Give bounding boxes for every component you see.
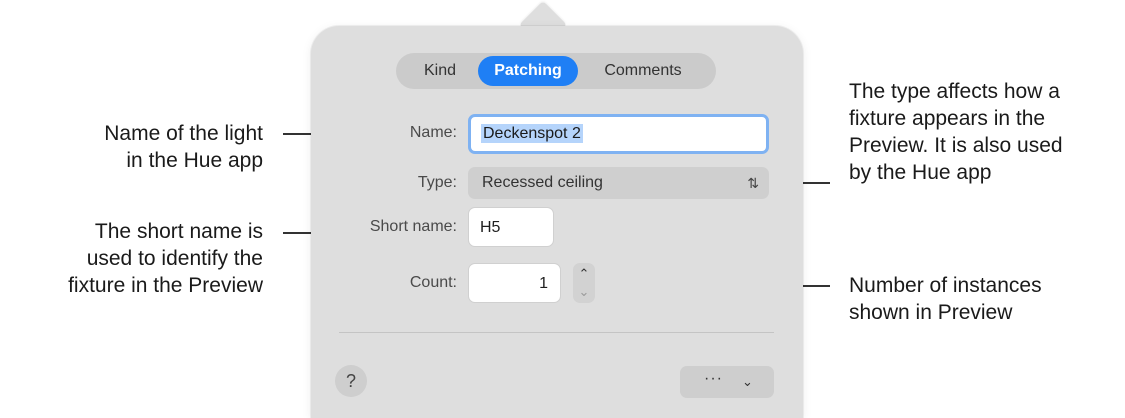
annotation-short-line2: used to identify the: [86, 247, 263, 270]
tab-control: Kind Patching Comments: [396, 53, 716, 89]
divider: [339, 332, 774, 333]
annotation-type-line1: The type affects how a: [849, 80, 1060, 103]
ellipsis-icon: ···: [704, 370, 723, 387]
count-label: Count:: [409, 274, 457, 291]
short-name-value: H5: [480, 219, 501, 236]
short-name-field[interactable]: H5: [468, 207, 554, 247]
help-button[interactable]: ?: [335, 365, 367, 397]
annotation-short-line3: fixture in the Preview: [68, 274, 263, 297]
count-field[interactable]: 1: [468, 263, 561, 303]
annotation-count-line1: Number of instances: [849, 274, 1042, 297]
annotation-type-line2: fixture appears in the: [849, 107, 1046, 130]
annotation-name-line1: Name of the light: [104, 122, 263, 145]
annotation-short-line1: The short name is: [94, 220, 263, 243]
annotation-short-name: The short name is used to identify the f…: [0, 218, 263, 299]
type-select[interactable]: Recessed ceiling ⇅: [468, 167, 769, 199]
annotation-count: Number of instances shown in Preview: [849, 272, 1121, 326]
name-label: Name:: [409, 124, 457, 141]
tab-comments[interactable]: Comments: [578, 56, 708, 86]
chevron-up-icon[interactable]: ⌃: [573, 266, 595, 282]
patching-popover: Kind Patching Comments Name: Deckenspot …: [311, 26, 803, 418]
annotation-name: Name of the light in the Hue app: [18, 120, 263, 174]
chevron-down-icon: ⌄: [742, 374, 753, 389]
more-menu-button[interactable]: ··· ⌄: [680, 366, 774, 398]
chevron-down-icon[interactable]: ⌄: [573, 284, 595, 300]
annotation-count-line2: shown in Preview: [849, 301, 1013, 324]
tab-patching[interactable]: Patching: [478, 56, 578, 86]
annotation-type-line4: by the Hue app: [849, 161, 992, 184]
up-down-chevron-icon: ⇅: [747, 175, 759, 191]
count-stepper[interactable]: ⌃ ⌄: [573, 263, 595, 303]
count-value: 1: [539, 275, 548, 292]
type-label: Type:: [417, 174, 457, 191]
tab-kind[interactable]: Kind: [404, 56, 476, 86]
annotation-type-line3: Preview. It is also used: [849, 134, 1063, 157]
name-field-value: Deckenspot 2: [481, 124, 583, 143]
annotation-name-line2: in the Hue app: [126, 149, 263, 172]
name-field[interactable]: Deckenspot 2: [468, 114, 769, 154]
short-name-label: Short name:: [369, 218, 457, 235]
type-select-value: Recessed ceiling: [482, 174, 603, 191]
annotation-type: The type affects how a fixture appears i…: [849, 78, 1121, 186]
